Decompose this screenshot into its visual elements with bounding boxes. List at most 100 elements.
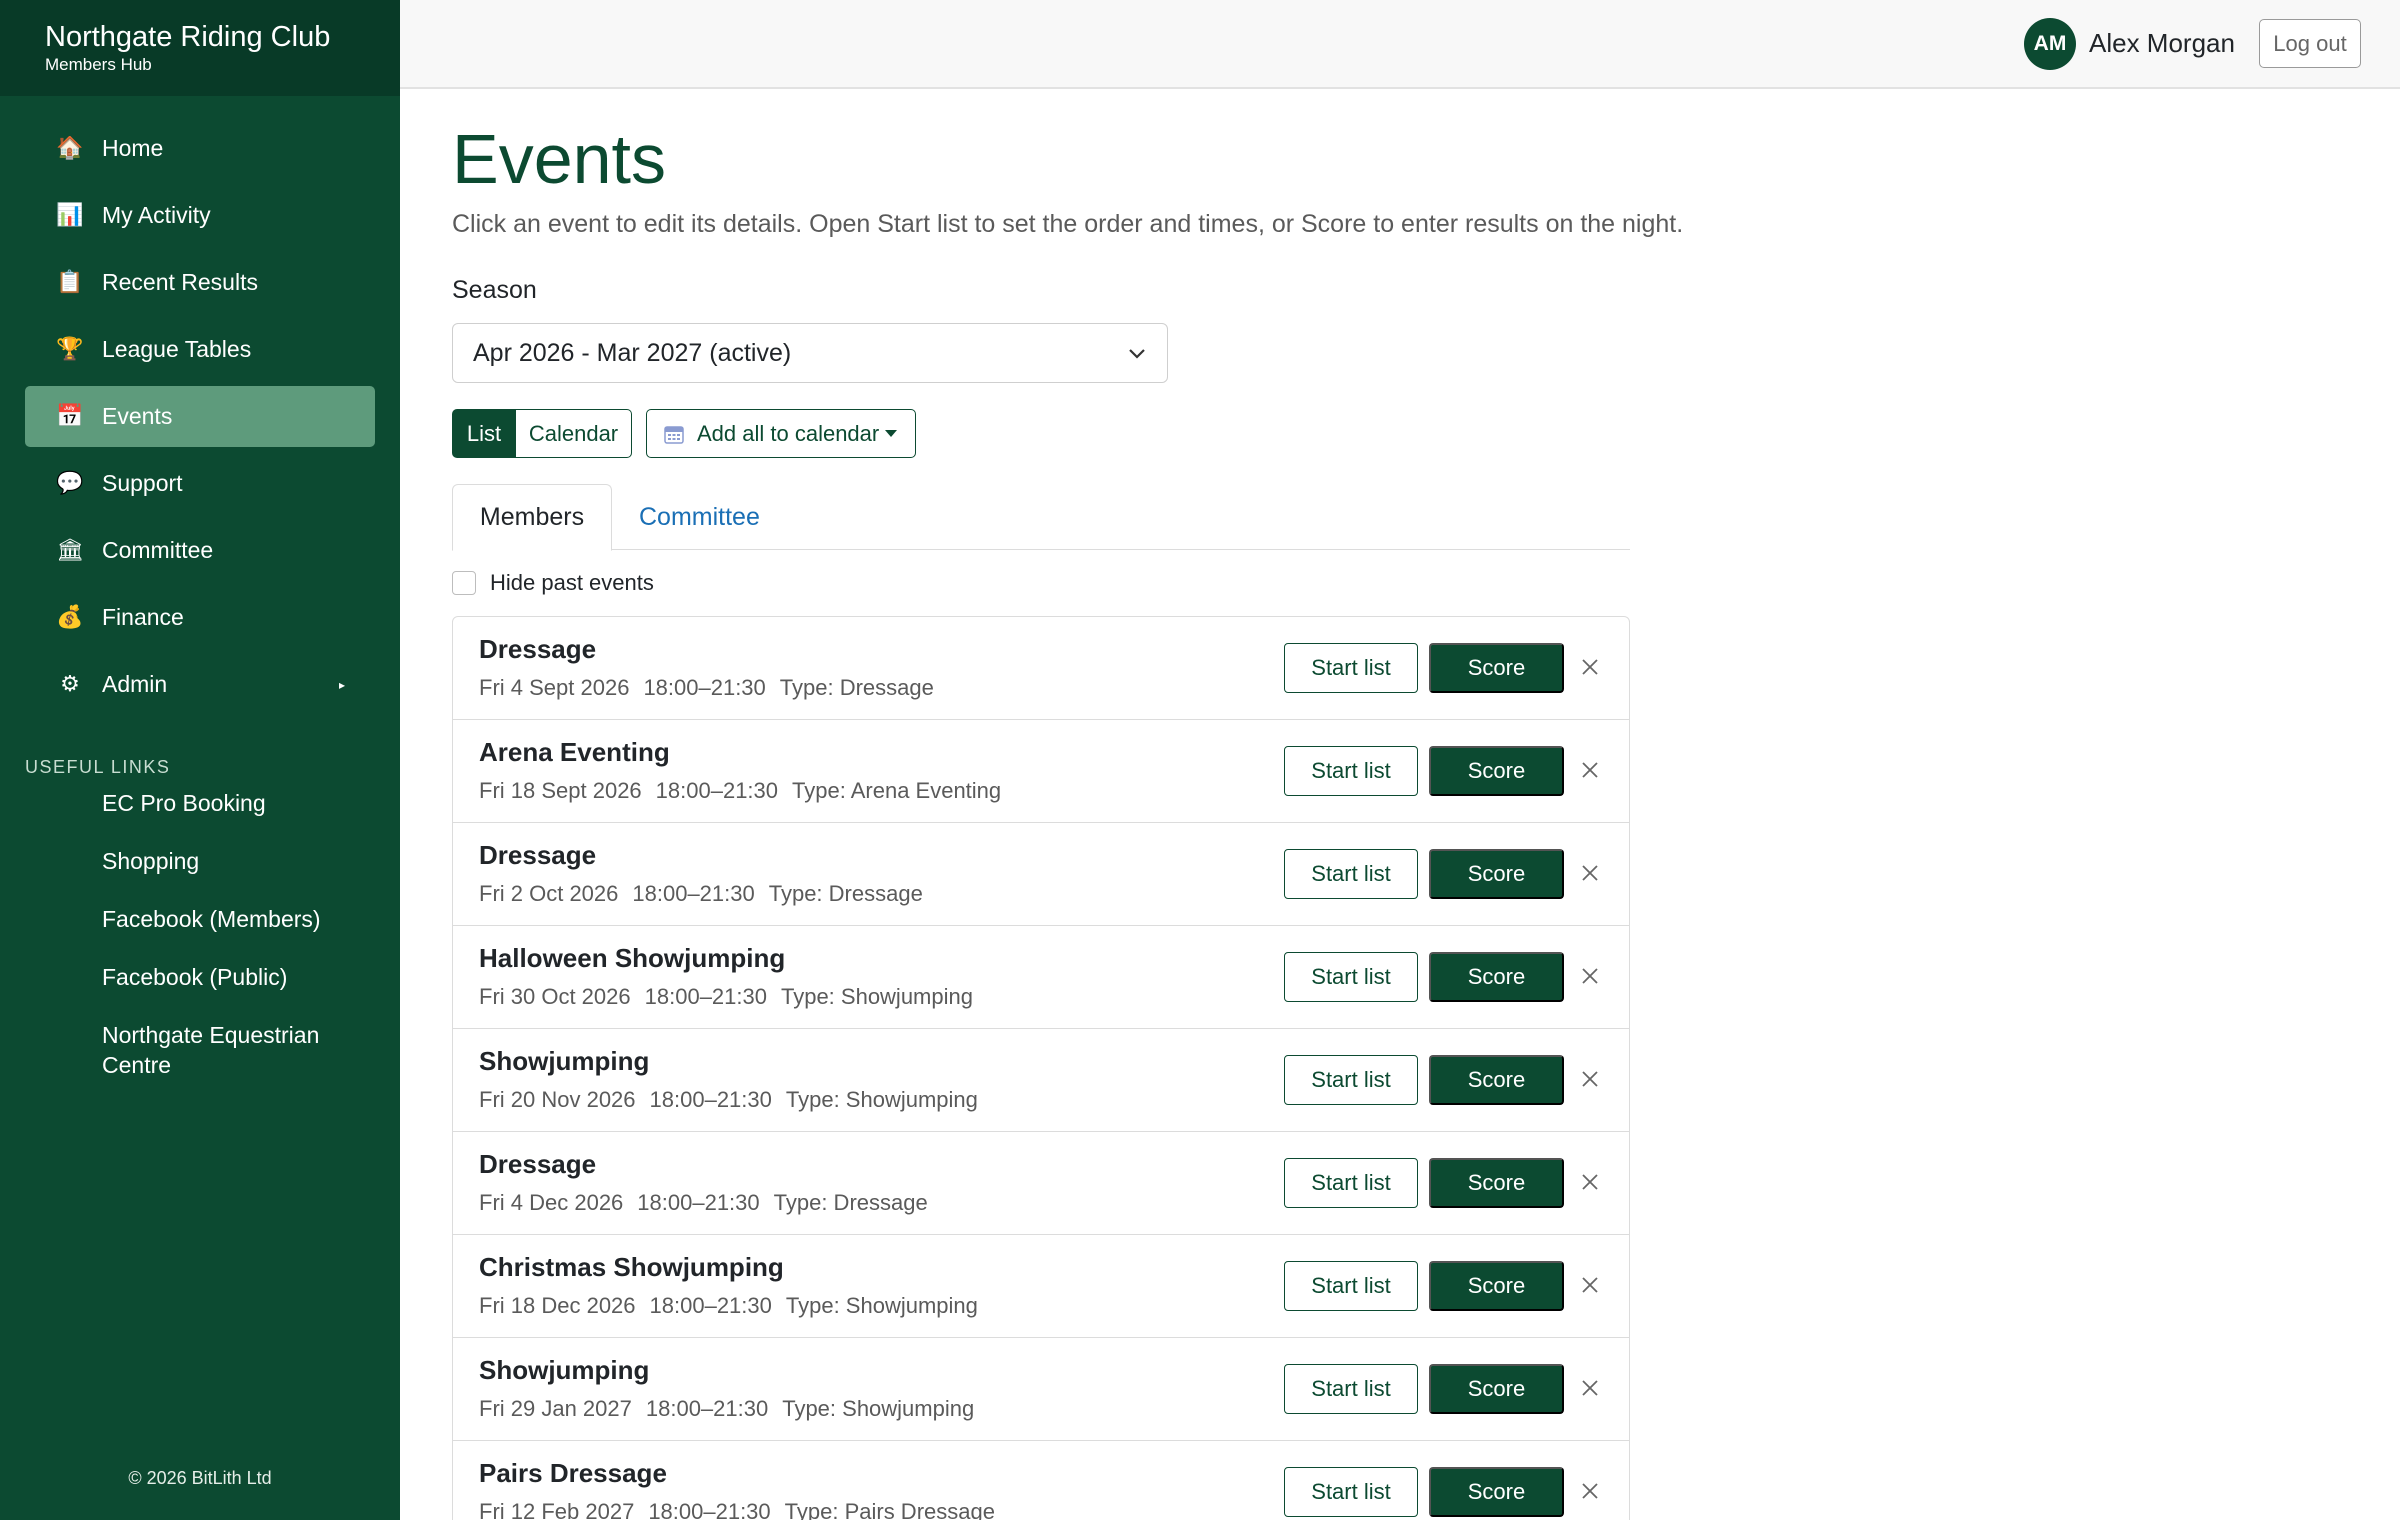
useful-link[interactable]: Facebook (Members) <box>0 900 390 934</box>
brand-title: Northgate Riding Club <box>45 21 331 53</box>
event-time: 18:00–21:30 <box>637 1190 760 1215</box>
sidebar-item-home[interactable]: 🏠 Home <box>25 118 375 179</box>
sidebar-item-admin[interactable]: ⚙ Admin ▸ <box>25 654 375 715</box>
score-button[interactable]: Score <box>1429 952 1564 1002</box>
event-name: Dressage <box>479 1149 597 1179</box>
event-name: Arena Eventing <box>479 737 670 767</box>
sidebar-item-my-activity[interactable]: 📊 My Activity <box>25 185 375 246</box>
logout-button[interactable]: Log out <box>2259 19 2361 68</box>
sidebar-item-events[interactable]: 📅 Events <box>25 386 375 447</box>
sidebar-item-label: Finance <box>102 604 184 630</box>
hide-past-events-checkbox[interactable] <box>452 571 476 595</box>
tab-committee[interactable]: Committee <box>639 484 760 551</box>
close-icon[interactable] <box>1578 758 1602 782</box>
event-meta: Fri 18 Sept 2026 18:00–21:30 Type: Arena E… <box>479 778 1015 804</box>
score-button[interactable]: Score <box>1429 1467 1564 1517</box>
clipboard-icon: 📋 <box>56 270 84 295</box>
money-bag-icon: 💰 <box>56 605 84 630</box>
score-button[interactable]: Score <box>1429 746 1564 796</box>
view-list-button[interactable]: List <box>452 409 516 458</box>
useful-link[interactable]: EC Pro Booking <box>0 784 390 818</box>
event-name: Pairs Dressage <box>479 1458 667 1488</box>
start-list-button[interactable]: Start list <box>1284 952 1418 1002</box>
close-icon[interactable] <box>1578 1170 1602 1194</box>
gear-icon: ⚙ <box>60 672 80 697</box>
sidebar-nav: 🏠 Home 📊 My Activity 📋 Recent Results 🏆 League … <box>0 96 400 715</box>
event-row[interactable]: Christmas Showjumping Fri 18 Dec 2026 18:0… <box>453 1235 1629 1338</box>
sidebar-item-support[interactable]: 💬 Support <box>25 453 375 514</box>
chart-icon: 📊 <box>56 203 84 228</box>
sidebar-item-label: Events <box>102 403 173 429</box>
start-list-button[interactable]: Start list <box>1284 746 1418 796</box>
score-button[interactable]: Score <box>1429 1158 1564 1208</box>
building-icon: 🏛 <box>56 538 84 563</box>
sidebar-item-league-tables[interactable]: 🏆 League Tables <box>25 319 375 380</box>
event-row[interactable]: Halloween Showjumping Fri 30 Oct 2026 18:0… <box>453 926 1629 1029</box>
avatar[interactable]: AM <box>2024 18 2076 70</box>
sidebar-item-recent-results[interactable]: 📋 Recent Results <box>25 252 375 313</box>
sidebar-item-label: Recent Results <box>102 269 258 295</box>
score-button[interactable]: Score <box>1429 643 1564 693</box>
event-date: Fri 18 Dec 2026 <box>479 1293 636 1318</box>
close-icon[interactable] <box>1578 1273 1602 1297</box>
start-list-button[interactable]: Start list <box>1284 1158 1418 1208</box>
close-icon[interactable] <box>1578 1376 1602 1400</box>
user-name[interactable]: Alex Morgan <box>2089 28 2235 59</box>
event-meta: Fri 20 Nov 2026 18:00–21:30 Type: Showjump… <box>479 1087 992 1113</box>
close-icon[interactable] <box>1578 655 1602 679</box>
caret-down-icon <box>885 430 898 437</box>
close-icon[interactable] <box>1578 1479 1602 1503</box>
useful-link[interactable]: Facebook (Public) <box>0 958 390 992</box>
close-icon[interactable] <box>1578 861 1602 885</box>
start-list-button[interactable]: Start list <box>1284 1055 1418 1105</box>
close-icon[interactable] <box>1578 964 1602 988</box>
brand[interactable]: Northgate Riding Club Members Hub <box>0 0 400 96</box>
sidebar-item-label: Committee <box>102 537 214 563</box>
brand-subtitle: Members Hub <box>45 55 152 74</box>
start-list-button[interactable]: Start list <box>1284 643 1418 693</box>
add-all-to-calendar-label: Add all to calendar <box>697 420 880 446</box>
hide-past-events-toggle[interactable]: Hide past events <box>452 570 654 596</box>
calendar-icon <box>664 425 684 444</box>
event-type: Type: Showjumping <box>785 1293 978 1318</box>
score-button[interactable]: Score <box>1429 1261 1564 1311</box>
event-row[interactable]: Pairs Dressage Fri 12 Feb 2027 18:00–21:30… <box>453 1441 1629 1520</box>
add-all-to-calendar-button[interactable]: Add all to calendar <box>646 409 916 458</box>
sidebar: Northgate Riding Club Members Hub 🏠 Home 📊… <box>0 0 400 1520</box>
start-list-button[interactable]: Start list <box>1284 1467 1418 1517</box>
event-time: 18:00–21:30 <box>655 778 779 803</box>
expand-arrow-icon: ▸ <box>338 677 345 692</box>
event-type: Type: Pairs Dressage <box>784 1499 995 1520</box>
sidebar-item-finance[interactable]: 💰 Finance <box>25 587 375 648</box>
event-time: 18:00–21:30 <box>648 1499 771 1520</box>
start-list-button[interactable]: Start list <box>1284 1364 1418 1414</box>
event-row[interactable]: Showjumping Fri 29 Jan 2027 18:00–21:30 Typ… <box>453 1338 1629 1441</box>
event-row[interactable]: Dressage Fri 4 Sept 2026 18:00–21:30 Type: … <box>453 617 1629 720</box>
close-icon[interactable] <box>1578 1067 1602 1091</box>
event-date: Fri 2 Oct 2026 <box>479 881 619 906</box>
sidebar-item-label: Home <box>102 135 164 161</box>
start-list-button[interactable]: Start list <box>1284 1261 1418 1311</box>
score-button[interactable]: Score <box>1429 849 1564 899</box>
view-toggle: List Calendar <box>452 409 632 458</box>
event-date: Fri 20 Nov 2026 <box>479 1087 636 1112</box>
event-row[interactable]: Dressage Fri 4 Dec 2026 18:00–21:30 Type: D… <box>453 1132 1629 1235</box>
sidebar-item-committee[interactable]: 🏛 Committee <box>25 520 375 581</box>
score-button[interactable]: Score <box>1429 1055 1564 1105</box>
speech-bubble-icon: 💬 <box>56 471 84 496</box>
event-time: 18:00–21:30 <box>645 1396 769 1421</box>
start-list-button[interactable]: Start list <box>1284 849 1418 899</box>
useful-link[interactable]: Shopping <box>0 842 390 876</box>
event-time: 18:00–21:30 <box>644 984 767 1009</box>
event-row[interactable]: Dressage Fri 2 Oct 2026 18:00–21:30 Type: D… <box>453 823 1629 926</box>
season-select[interactable]: Apr 2026 - Mar 2027 (active) <box>452 323 1168 383</box>
view-calendar-button[interactable]: Calendar <box>516 409 632 458</box>
event-row[interactable]: Showjumping Fri 20 Nov 2026 18:00–21:30 Typ… <box>453 1029 1629 1132</box>
chevron-down-icon <box>1129 349 1145 359</box>
event-row[interactable]: Arena Eventing Fri 18 Sept 2026 18:00–21:3… <box>453 720 1629 823</box>
event-date: Fri 29 Jan 2027 <box>479 1396 632 1421</box>
tab-members[interactable]: Members <box>452 484 612 551</box>
useful-links-heading: USEFUL LINKS <box>25 757 171 777</box>
score-button[interactable]: Score <box>1429 1364 1564 1414</box>
useful-link[interactable]: Northgate Equestrian Centre <box>0 1016 390 1080</box>
